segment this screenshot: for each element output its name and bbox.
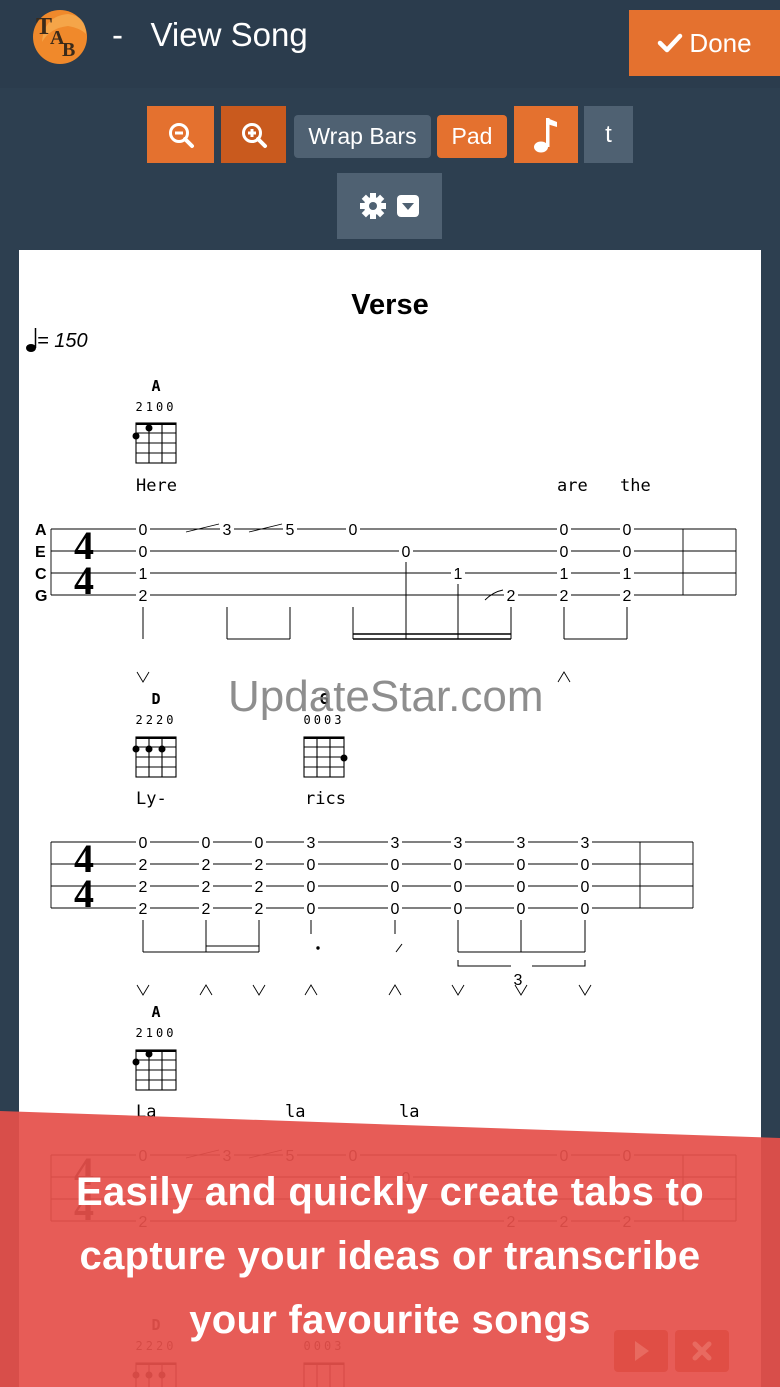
close-button[interactable] [675, 1330, 729, 1372]
play-icon [635, 1341, 649, 1361]
close-icon [692, 1341, 712, 1361]
play-button[interactable] [614, 1330, 668, 1372]
promo-line-1: Easily and quickly create tabs to [76, 1170, 704, 1214]
promo-line-2: capture your ideas or transcribe [79, 1234, 701, 1278]
